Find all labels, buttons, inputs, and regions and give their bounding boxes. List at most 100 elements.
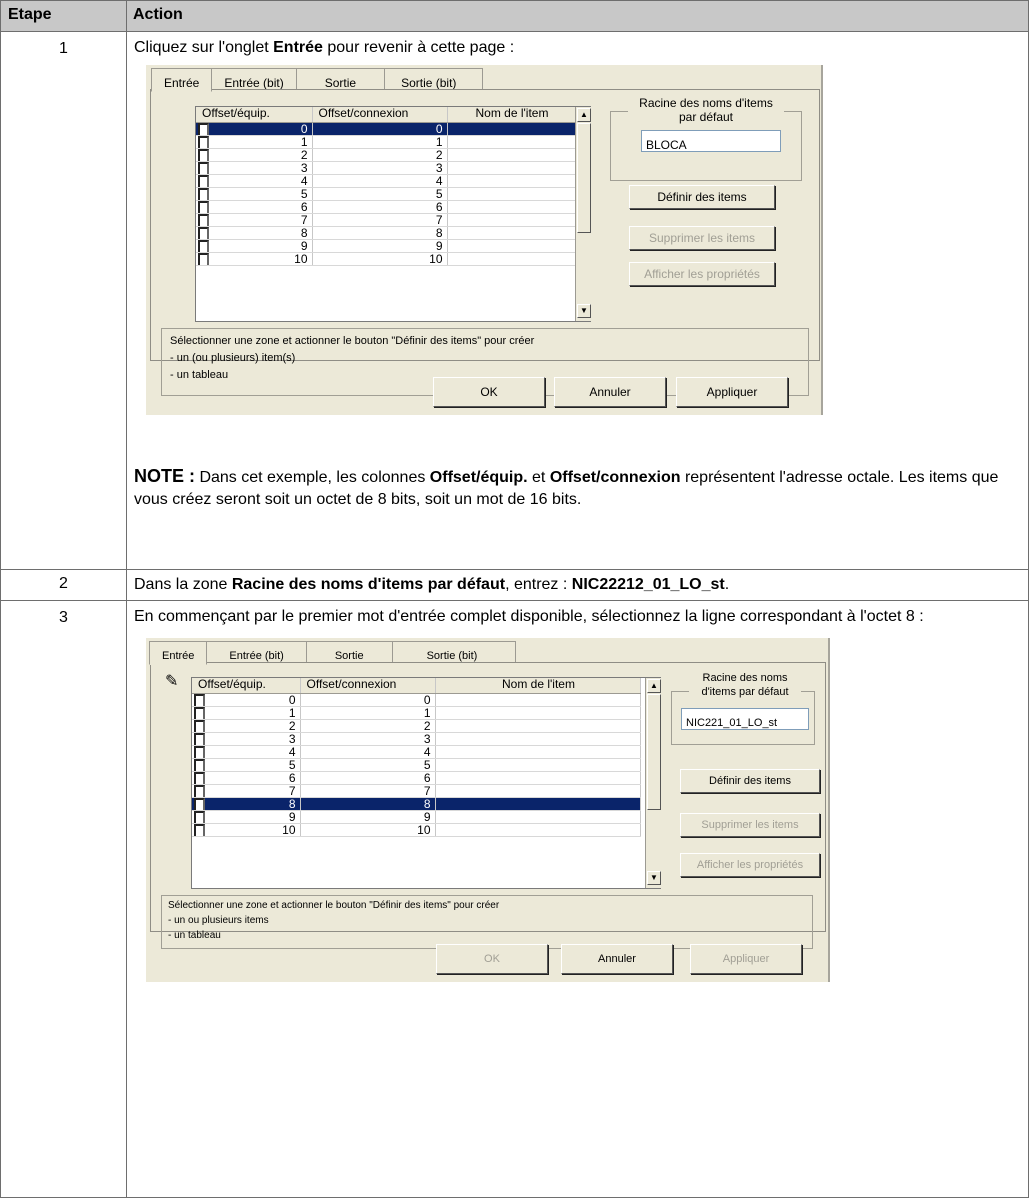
table-row[interactable]: 66 — [192, 771, 641, 785]
offset-equip-cell[interactable]: 5 — [196, 187, 313, 201]
row-checkbox[interactable] — [194, 797, 205, 810]
table-row[interactable]: 66 — [196, 200, 576, 214]
item-name-cell[interactable] — [435, 732, 641, 746]
scroll-thumb[interactable] — [577, 123, 591, 233]
offset-connexion-cell[interactable]: 4 — [312, 174, 448, 188]
row-checkbox[interactable] — [198, 226, 209, 239]
show-properties-button[interactable]: Afficher les propriétés — [680, 853, 820, 877]
apply-button[interactable]: Appliquer — [676, 377, 788, 407]
tab-sortie-bit[interactable]: Sortie (bit) — [384, 68, 484, 90]
grid-scrollbar[interactable]: ▲ ▼ — [575, 107, 592, 321]
offset-equip-cell[interactable]: 1 — [196, 135, 313, 149]
row-checkbox[interactable] — [194, 771, 205, 784]
show-properties-button[interactable]: Afficher les propriétés — [629, 262, 775, 286]
tab-entree[interactable]: Entrée — [151, 68, 213, 92]
row-checkbox[interactable] — [198, 239, 209, 252]
row-checkbox[interactable] — [194, 810, 205, 823]
item-name-cell[interactable] — [435, 758, 641, 772]
item-name-cell[interactable] — [435, 784, 641, 798]
offset-connexion-cell[interactable]: 4 — [300, 745, 436, 759]
table-row[interactable]: 10 10 — [192, 823, 641, 837]
grid-column-header[interactable]: Offset/équip. — [196, 107, 313, 123]
item-name-cell[interactable] — [447, 174, 576, 188]
item-name-cell[interactable] — [435, 745, 641, 759]
offset-equip-cell[interactable]: 3 — [192, 732, 301, 746]
offset-equip-cell[interactable]: 5 — [192, 758, 301, 772]
tab-sortie[interactable]: Sortie — [305, 641, 393, 663]
item-name-cell[interactable] — [447, 239, 576, 253]
offset-equip-cell[interactable]: 7 — [192, 784, 301, 798]
tab-entree[interactable]: Entrée — [149, 641, 208, 665]
delete-items-button[interactable]: Supprimer les items — [629, 226, 775, 250]
table-row[interactable]: 44 — [192, 745, 641, 759]
row-checkbox[interactable] — [198, 161, 209, 174]
ok-button[interactable]: OK — [433, 377, 545, 407]
item-name-cell[interactable] — [447, 226, 576, 240]
grid-column-header[interactable]: Offset/connexion — [312, 107, 448, 123]
ok-button[interactable]: OK — [436, 944, 548, 974]
offset-connexion-cell[interactable]: 2 — [312, 148, 448, 162]
offset-connexion-cell[interactable]: 6 — [300, 771, 436, 785]
offset-connexion-cell[interactable]: 10 — [300, 823, 436, 837]
grid-column-header[interactable]: Offset/connexion — [300, 678, 436, 694]
table-row[interactable]: 88 — [192, 797, 641, 811]
scroll-thumb[interactable] — [647, 694, 661, 810]
cancel-button[interactable]: Annuler — [554, 377, 666, 407]
row-checkbox[interactable] — [198, 122, 209, 135]
item-name-cell[interactable] — [447, 200, 576, 214]
grid-scrollbar[interactable]: ▲ ▼ — [645, 678, 662, 888]
row-checkbox[interactable] — [198, 174, 209, 187]
cancel-button[interactable]: Annuler — [561, 944, 673, 974]
offset-equip-cell[interactable]: 3 — [196, 161, 313, 175]
offset-connexion-cell[interactable]: 9 — [300, 810, 436, 824]
item-name-cell[interactable] — [435, 706, 641, 720]
table-row[interactable]: 11 — [196, 135, 576, 149]
offset-connexion-cell[interactable]: 3 — [300, 732, 436, 746]
offset-equip-cell[interactable]: 0 — [192, 693, 301, 707]
grid-column-header[interactable]: Nom de l'item — [447, 107, 576, 123]
table-row[interactable]: 33 — [192, 732, 641, 746]
row-checkbox[interactable] — [198, 135, 209, 148]
row-checkbox[interactable] — [194, 823, 205, 836]
root-name-input[interactable]: NIC221_01_LO_st — [681, 708, 809, 730]
table-row[interactable]: 22 — [192, 719, 641, 733]
table-row[interactable]: 55 — [196, 187, 576, 201]
item-name-cell[interactable] — [447, 187, 576, 201]
item-name-cell[interactable] — [447, 213, 576, 227]
item-name-cell[interactable] — [447, 122, 576, 136]
row-checkbox[interactable] — [194, 706, 205, 719]
offset-connexion-cell[interactable]: 7 — [300, 784, 436, 798]
offset-equip-cell[interactable]: 4 — [196, 174, 313, 188]
row-checkbox[interactable] — [194, 693, 205, 706]
table-row[interactable]: 22 — [196, 148, 576, 162]
item-name-cell[interactable] — [435, 797, 641, 811]
table-row[interactable]: 00 — [192, 693, 641, 707]
row-checkbox[interactable] — [198, 148, 209, 161]
tab-sortie[interactable]: Sortie — [295, 68, 386, 90]
offset-equip-cell[interactable]: 2 — [196, 148, 313, 162]
offset-connexion-cell[interactable]: 5 — [312, 187, 448, 201]
row-checkbox[interactable] — [194, 784, 205, 797]
item-name-cell[interactable] — [447, 252, 576, 266]
offset-equip-cell[interactable]: 8 — [196, 226, 313, 240]
table-row[interactable]: 10 10 — [196, 252, 576, 266]
arrow-down-icon[interactable]: ▼ — [577, 304, 591, 318]
delete-items-button[interactable]: Supprimer les items — [680, 813, 820, 837]
offset-connexion-cell[interactable]: 1 — [300, 706, 436, 720]
tab-entree-bit[interactable]: Entrée (bit) — [206, 641, 307, 663]
offset-equip-cell[interactable]: 10 — [196, 252, 313, 266]
row-checkbox[interactable] — [194, 732, 205, 745]
offset-connexion-cell[interactable]: 9 — [312, 239, 448, 253]
item-name-cell[interactable] — [447, 148, 576, 162]
offset-equip-cell[interactable]: 7 — [196, 213, 313, 227]
offset-connexion-cell[interactable]: 2 — [300, 719, 436, 733]
apply-button[interactable]: Appliquer — [690, 944, 802, 974]
item-name-cell[interactable] — [435, 823, 641, 837]
offset-connexion-cell[interactable]: 6 — [312, 200, 448, 214]
offset-equip-cell[interactable]: 4 — [192, 745, 301, 759]
items-grid[interactable]: Offset/équip. Offset/connexion Nom de l'it… — [191, 677, 661, 889]
items-grid[interactable]: Offset/équip. Offset/connexion Nom de l'it… — [195, 106, 591, 322]
table-row[interactable]: 77 — [196, 213, 576, 227]
table-row[interactable]: 77 — [192, 784, 641, 798]
item-name-cell[interactable] — [447, 161, 576, 175]
